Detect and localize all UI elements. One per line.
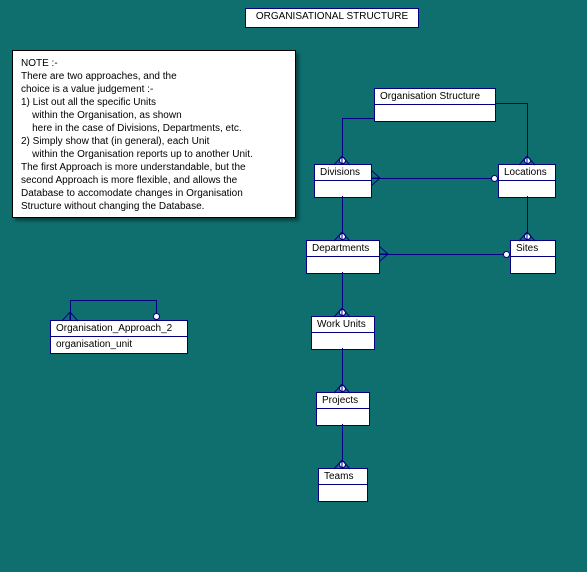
crowfoot-icon [379, 246, 389, 262]
crowfoot-icon [62, 312, 78, 322]
note-line: within the Organisation, as shown [21, 109, 287, 122]
note-line: here in the case of Divisions, Departmen… [21, 122, 287, 135]
note-line: There are two approaches, and the [21, 70, 287, 83]
entity-approach-2: Organisation_Approach_2 organisation_uni… [50, 320, 188, 354]
entity-body [317, 409, 369, 425]
entity-attribute: organisation_unit [51, 337, 187, 353]
note-line: choice is a value judgement :- [21, 83, 287, 96]
connector-line [495, 103, 527, 104]
connector-line [70, 300, 156, 301]
entity-departments: Departments [306, 240, 380, 274]
note-line: The first Approach is more understandabl… [21, 161, 287, 174]
entity-label: Departments [307, 241, 379, 257]
crowfoot-icon [334, 308, 350, 318]
entity-body [319, 485, 367, 501]
cardinality-dot [503, 251, 510, 258]
entity-label: Sites [511, 241, 555, 257]
entity-label: Divisions [315, 165, 371, 181]
connector-line [379, 254, 510, 255]
note-line: NOTE :- [21, 57, 287, 70]
note-box: NOTE :- There are two approaches, and th… [12, 50, 296, 218]
entity-label: Projects [317, 393, 369, 409]
note-line: 2) Simply show that (in general), each U… [21, 135, 287, 148]
entity-body [375, 105, 495, 121]
entity-label: Teams [319, 469, 367, 485]
entity-label: Organisation_Approach_2 [51, 321, 187, 337]
note-line: second Approach is more flexible, and al… [21, 174, 287, 187]
crowfoot-icon [334, 232, 350, 242]
note-line: 1) List out all the specific Units [21, 96, 287, 109]
crowfoot-icon [334, 384, 350, 394]
note-line: within the Organisation reports up to an… [21, 148, 287, 161]
entity-label: Work Units [312, 317, 374, 333]
note-line: Structure without changing the Database. [21, 200, 287, 213]
note-line: Database to accomodate changes in Organi… [21, 187, 287, 200]
entity-label: Organisation Structure [375, 89, 495, 105]
entity-projects: Projects [316, 392, 370, 426]
entity-teams: Teams [318, 468, 368, 502]
entity-body [499, 181, 555, 197]
entity-label: Locations [499, 165, 555, 181]
entity-locations: Locations [498, 164, 556, 198]
crowfoot-icon [334, 460, 350, 470]
entity-work-units: Work Units [311, 316, 375, 350]
crowfoot-icon [519, 156, 535, 166]
crowfoot-icon [519, 232, 535, 242]
page-title: ORGANISATIONAL STRUCTURE [245, 8, 419, 28]
connector-line [527, 103, 528, 164]
entity-body [315, 181, 371, 197]
entity-body [511, 257, 555, 273]
entity-body [312, 333, 374, 349]
cardinality-dot [491, 175, 498, 182]
cardinality-dot [153, 313, 160, 320]
crowfoot-icon [371, 170, 381, 186]
connector-line [371, 178, 498, 179]
entity-organisation-structure: Organisation Structure [374, 88, 496, 122]
connector-line [342, 118, 374, 119]
entity-divisions: Divisions [314, 164, 372, 198]
entity-sites: Sites [510, 240, 556, 274]
entity-body [307, 257, 379, 273]
crowfoot-icon [334, 156, 350, 166]
